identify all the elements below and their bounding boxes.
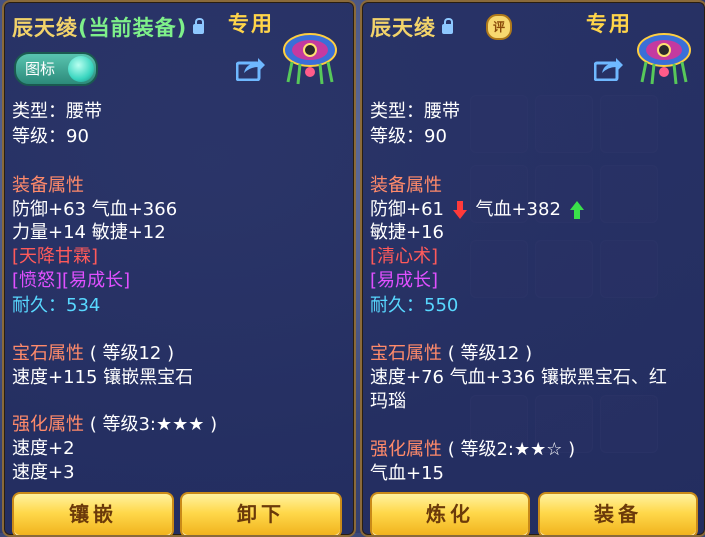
compare-item-tooltip: 辰天绫 评 专用 类型：腰带 等级：90 装备属性 防御+61 气血+382 敏… xyxy=(360,0,705,537)
gem-attr-row: 宝石属性 ( 等级12 ) xyxy=(12,342,346,365)
belt-item-icon xyxy=(637,33,691,85)
enhance-line-1: 速度+2 xyxy=(12,438,75,459)
enhance-level: ( 等级2:★★☆ ) xyxy=(447,439,576,460)
item-name: 辰天绫 xyxy=(370,16,436,40)
durability: 耐久：534 xyxy=(12,295,101,316)
lock-icon xyxy=(193,18,205,34)
share-icon[interactable] xyxy=(236,57,266,81)
gem-line-2: 玛瑙 xyxy=(370,391,406,412)
special-effect: [易成长] xyxy=(370,270,439,291)
enhance-attr-header: 强化属性 xyxy=(370,439,442,460)
gem-level: ( 等级12 ) xyxy=(89,343,175,364)
rating-badge-icon[interactable]: 评 xyxy=(486,14,512,40)
item-title: 辰天绫 xyxy=(370,12,453,42)
share-icon[interactable] xyxy=(594,57,624,81)
gem-attr-row: 宝石属性 ( 等级12 ) xyxy=(370,342,697,365)
toggle-knob xyxy=(68,56,94,82)
up-arrow-icon xyxy=(569,201,584,219)
special-skill: [天降甘霖] xyxy=(12,246,99,267)
enhance-attr-header: 强化属性 xyxy=(12,414,84,435)
equipped-status: (当前装备) xyxy=(78,16,188,40)
belt-item-icon xyxy=(283,33,337,85)
gem-line: 速度+115 镶嵌黑宝石 xyxy=(12,367,194,388)
down-arrow-icon xyxy=(452,201,467,219)
special-skill: [清心术] xyxy=(370,246,439,267)
stat-line-1: 防御+63 气血+366 xyxy=(12,199,178,220)
gem-attr-header: 宝石属性 xyxy=(12,343,84,364)
icon-toggle[interactable]: 图标 xyxy=(14,52,98,86)
inlay-button[interactable]: 镶嵌 xyxy=(12,492,174,535)
equip-attr-header: 装备属性 xyxy=(12,175,84,196)
stat-hp: 气血+382 xyxy=(475,199,561,220)
lock-icon xyxy=(442,18,453,34)
durability: 耐久：550 xyxy=(370,295,459,316)
item-name: 辰天绫 xyxy=(12,16,78,40)
enhance-attr-row: 强化属性 ( 等级2:★★☆ ) xyxy=(370,438,697,461)
gem-line-1: 速度+76 气血+336 镶嵌黑宝石、红 xyxy=(370,367,667,388)
enhance-level: ( 等级3:★★★ ) xyxy=(89,414,218,435)
stat-line-1: 防御+61 气血+382 xyxy=(370,198,697,221)
item-level: 等级：90 xyxy=(370,126,447,147)
equip-button[interactable]: 装备 xyxy=(538,492,698,535)
exclusive-label: 专用 xyxy=(586,12,632,36)
item-type: 类型：腰带 xyxy=(12,101,102,122)
stat-line-2: 敏捷+16 xyxy=(370,222,444,243)
item-level: 等级：90 xyxy=(12,126,89,147)
icon-toggle-label: 图标 xyxy=(25,60,56,78)
exclusive-label: 专用 xyxy=(228,12,274,36)
equip-attr-header: 装备属性 xyxy=(370,175,442,196)
item-type: 类型：腰带 xyxy=(370,101,460,122)
gem-level: ( 等级12 ) xyxy=(447,343,533,364)
stat-defense: 防御+61 xyxy=(370,199,444,220)
unequip-button[interactable]: 卸下 xyxy=(180,492,342,535)
special-effect: [愤怒][易成长] xyxy=(12,270,131,291)
enhance-attr-row: 强化属性 ( 等级3:★★★ ) xyxy=(12,413,346,436)
refine-button[interactable]: 炼化 xyxy=(370,492,530,535)
item-title: 辰天绫(当前装备) xyxy=(12,12,205,42)
enhance-line-1: 气血+15 xyxy=(370,463,444,484)
equipped-item-tooltip: 辰天绫(当前装备) 专用 图标 类型：腰带 等级：90 装备属性 防御+63 气… xyxy=(2,0,356,537)
enhance-line-2: 速度+3 xyxy=(12,462,75,483)
gem-attr-header: 宝石属性 xyxy=(370,343,442,364)
stat-line-2: 力量+14 敏捷+12 xyxy=(12,222,166,243)
